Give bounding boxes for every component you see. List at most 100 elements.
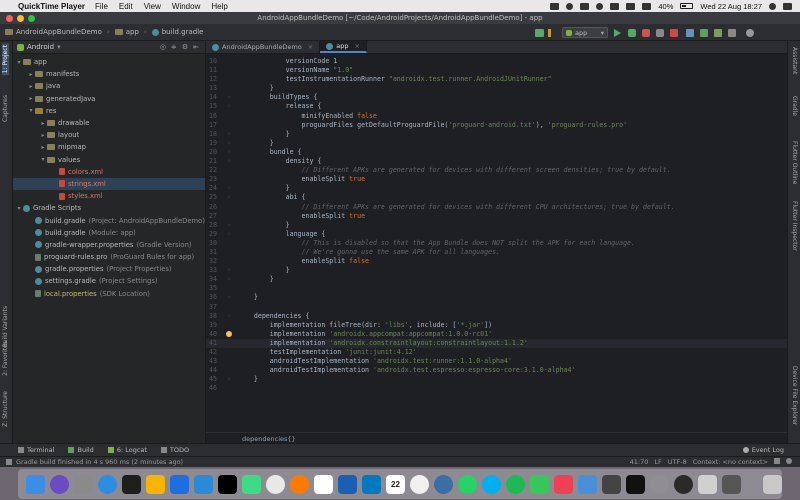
code-text[interactable]: bundle { [238,148,302,157]
photos-icon[interactable] [410,474,429,494]
search-everywhere-icon[interactable] [746,29,754,37]
code-text[interactable]: implementation 'androidx.appcompat:appco… [238,330,492,339]
sync-gradle-icon[interactable] [686,29,694,37]
caret-position[interactable]: 41:70 [630,458,649,466]
code-line[interactable]: 31 // We're gonna use the same APK for a… [206,248,787,257]
code-line[interactable]: 14 ◦ buildTypes { [206,93,787,102]
dashboard-icon[interactable] [602,474,621,494]
pocket-icon[interactable] [554,474,573,494]
code-line[interactable]: 40 implementation 'androidx.appcompat:ap… [206,330,787,339]
whatsapp-icon[interactable] [458,474,477,494]
code-text[interactable]: enableSplit true [238,212,366,221]
fold-marker-icon[interactable]: ◦ [220,148,238,157]
line-number[interactable]: 46 [206,384,220,393]
fold-marker-icon[interactable]: ◦ [220,157,238,166]
fold-marker-icon[interactable]: ◦ [220,266,238,275]
collapsed-arrow-icon[interactable]: ▸ [39,144,47,151]
code-line[interactable]: 25 ◦ abi { [206,193,787,202]
code-line[interactable]: 17 proguardFiles getDefaultProguardFile(… [206,121,787,130]
code-text[interactable]: } [238,375,258,384]
line-number[interactable]: 16 [206,112,220,121]
tree-item[interactable]: ▾ app [13,56,205,68]
code-text[interactable]: } [238,293,258,302]
hide-panel-icon[interactable]: ⇤ [193,43,199,51]
tree-item[interactable]: ▸ mipmap [13,141,205,153]
code-editor[interactable]: 10 versionCode 1 11 versionName "1.0" 12 t… [206,54,787,443]
menu-window[interactable]: Window [172,2,200,11]
attach-debugger-icon[interactable] [656,29,664,37]
debug-icon[interactable] [628,29,636,37]
fold-marker-icon[interactable]: ◦ [220,375,238,384]
profile-icon[interactable] [642,29,650,37]
fold-marker-icon[interactable]: ◦ [220,184,238,193]
cloud-icon[interactable] [722,474,741,494]
line-number[interactable]: 44 [206,366,220,375]
figma-icon[interactable] [122,474,141,494]
lightbulb-icon[interactable] [226,330,232,337]
fold-marker-icon[interactable]: ◦ [220,130,238,139]
line-number[interactable]: 20 [206,148,220,157]
code-line[interactable]: 33 ◦ } [206,266,787,275]
fold-marker-icon[interactable]: ◦ [220,193,238,202]
line-number[interactable]: 30 [206,239,220,248]
locate-file-icon[interactable]: ◎ [160,43,166,51]
expanded-arrow-icon[interactable]: ▾ [27,107,35,114]
tool-terminal[interactable]: Terminal [18,446,54,454]
tree-item[interactable]: ▾ values [13,154,205,166]
editor-tab-project-gradle[interactable]: AndroidAppBundleDemo × [206,41,321,53]
code-line[interactable]: 35 [206,284,787,293]
line-number[interactable]: 13 [206,84,220,93]
code-line[interactable]: 18 ◦ } [206,130,787,139]
firefox-icon[interactable] [290,474,309,494]
clock[interactable]: Wed 22 Aug 18:27 [700,2,762,11]
line-number[interactable]: 35 [206,284,220,293]
code-line[interactable]: 32 enableSplit false [206,257,787,266]
code-line[interactable]: 30 // This is disabled so that the App B… [206,239,787,248]
code-line[interactable]: 37 [206,303,787,312]
camera-icon[interactable] [434,474,453,494]
line-number[interactable]: 33 [206,266,220,275]
tree-item[interactable]: proguard-rules.pro (ProGuard Rules for ap… [13,251,205,263]
collapse-all-icon[interactable]: ≑ [171,43,177,51]
dropbox-icon[interactable] [550,2,560,10]
battery-percent[interactable]: 40% [658,2,673,11]
tree-item[interactable]: ▸ java [13,80,205,92]
tool-tab-device-file-explorer[interactable]: Device File Explorer [791,366,798,425]
expanded-arrow-icon[interactable]: ▾ [39,156,47,163]
code-text[interactable]: enableSplit false [238,257,370,266]
tool-tab-project[interactable]: 1: Project [2,43,9,76]
tool-logcat[interactable]: 6: Logcat [107,446,147,454]
context-indicator[interactable]: Context: <no context> [693,458,768,466]
xcode-icon[interactable] [170,474,189,494]
code-line[interactable]: 21 ◦ density { [206,157,787,166]
status-message[interactable]: Gradle build finished in 4 s 960 ms (2 m… [16,458,183,466]
code-line[interactable]: 36 ◦ } [206,293,787,302]
line-number[interactable]: 18 [206,130,220,139]
gear-icon[interactable]: ⚙ [182,43,188,51]
code-text[interactable]: } [238,184,290,193]
tool-tab-captures[interactable]: Captures [2,95,9,122]
line-number[interactable]: 26 [206,203,220,212]
code-text[interactable]: language { [238,230,326,239]
code-line[interactable]: 41 implementation 'androidx.constraintla… [206,338,787,348]
code-line[interactable]: 38 ◦ dependencies { [206,312,787,321]
code-line[interactable]: 46 [206,384,787,393]
code-text[interactable]: // We're gonna use the same APK for all … [238,248,501,257]
code-line[interactable]: 19 ◦ } [206,139,787,148]
tool-tab-structure[interactable]: Z: Structure [2,391,9,427]
fold-marker-icon[interactable]: ◦ [220,93,238,102]
slack-icon[interactable] [314,474,333,494]
line-number[interactable]: 42 [206,348,220,357]
breadcrumb-file[interactable]: build.gradle [162,28,204,36]
code-line[interactable]: 10 versionCode 1 [206,57,787,66]
line-number[interactable]: 36 [206,293,220,302]
line-number[interactable]: 12 [206,75,220,84]
code-text[interactable]: versionCode 1 [238,57,338,66]
fold-marker-icon[interactable]: ◦ [220,102,238,111]
code-line[interactable]: 44 androidTestImplementation 'androidx.t… [206,366,787,375]
code-text[interactable]: implementation 'androidx.constraintlayou… [238,339,528,348]
code-text[interactable]: enableSplit true [238,175,366,184]
trash-icon[interactable] [763,474,782,494]
line-number[interactable]: 43 [206,357,220,366]
line-number[interactable]: 17 [206,121,220,130]
